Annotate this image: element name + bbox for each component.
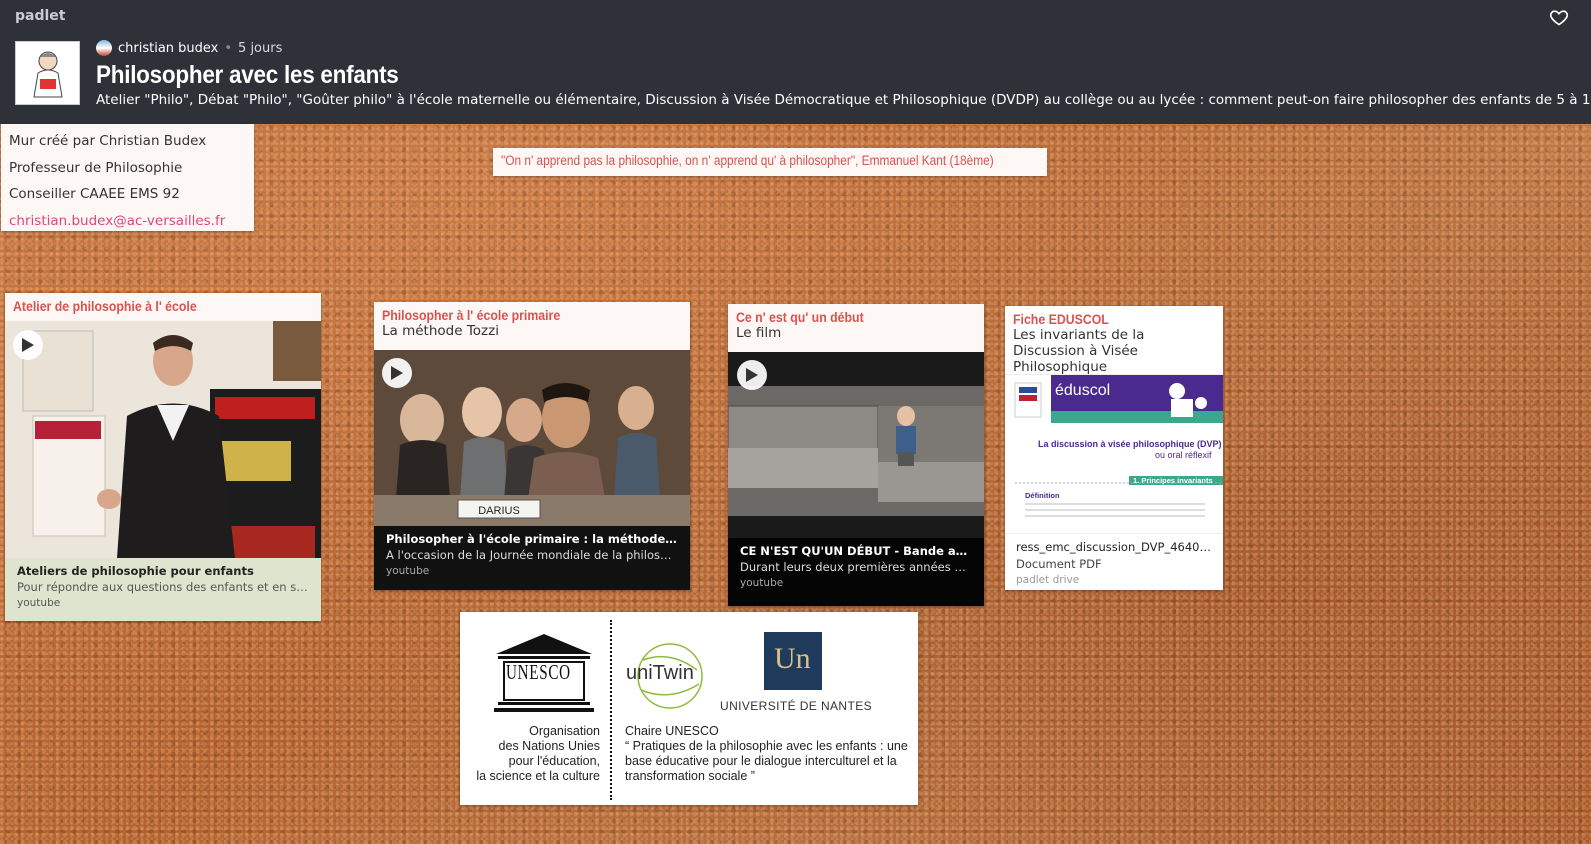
link-title: Philosopher à l'école primaire : la méth… xyxy=(386,532,678,546)
unesco-org-line: Organisation xyxy=(529,724,600,738)
doc-definition: Définition xyxy=(1025,491,1060,500)
info-line: Professeur de Philosophie xyxy=(9,159,183,176)
unesco-org-line: pour l'éducation, xyxy=(508,754,600,768)
link-title: Ateliers de philosophie pour enfants xyxy=(17,564,254,578)
wall-avatar xyxy=(15,41,80,105)
chaire-title: Chaire UNESCO xyxy=(625,724,719,738)
link-description: A l'occasion de la Journée mondiale de l… xyxy=(386,548,678,562)
info-line: Conseiller CAAEE EMS 92 xyxy=(9,186,180,202)
video-thumbnail[interactable] xyxy=(5,321,321,558)
post-subtitle: Le film xyxy=(736,325,782,341)
quote-card[interactable]: "On n' apprend pas la philosophie, on n'… xyxy=(493,148,1047,176)
author-avatar xyxy=(96,40,112,56)
doc-heading: La discussion à visée philosophique (DVP… xyxy=(1038,439,1222,449)
post-title: Ce n' est qu' un début xyxy=(736,309,864,325)
play-icon[interactable] xyxy=(13,330,43,360)
file-type: Document PDF xyxy=(1016,557,1102,571)
thumbnail-image xyxy=(5,321,321,558)
author-name[interactable]: christian budex xyxy=(118,41,218,56)
doc-section: 1. Principes invariants xyxy=(1133,476,1213,485)
document-preview[interactable]: éduscol La discussion à visée philosophi… xyxy=(1005,374,1223,534)
post-subtitle: Les invariants de la Discussion à Visée … xyxy=(1013,327,1145,375)
post-title: Fiche EDUSCOL xyxy=(1013,311,1109,327)
post-card[interactable]: Philosopher à l' école primaire La métho… xyxy=(374,302,690,590)
nantes-logo: Un xyxy=(764,632,822,690)
thumbnail-image: DARIUS xyxy=(374,350,690,526)
divider xyxy=(610,620,612,800)
link-preview[interactable]: CE N'EST QU'UN DÉBUT - Bande annonce Dur… xyxy=(728,538,984,606)
heart-icon[interactable] xyxy=(1549,7,1569,27)
play-icon[interactable] xyxy=(382,358,412,388)
unesco-org-line: la science et la culture xyxy=(476,769,600,783)
link-preview[interactable]: Philosopher à l'école primaire : la méth… xyxy=(374,526,690,590)
post-meta: christian budex • 5 jours xyxy=(96,40,282,56)
info-line: Mur créé par Christian Budex xyxy=(9,133,207,149)
nantes-name: UNIVERSITÉ DE NANTES xyxy=(720,699,873,713)
meta-separator: • xyxy=(224,40,233,56)
post-title: Philosopher à l' école primaire xyxy=(382,307,561,323)
wall-title: Philosopher avec les enfants xyxy=(96,61,399,89)
post-card[interactable]: Fiche EDUSCOL Les invariants de la Discu… xyxy=(1005,306,1223,590)
padlet-header: padlet christian budex • 5 jours Philoso… xyxy=(0,0,1591,124)
doc-brand: éduscol xyxy=(1055,382,1111,399)
file-name: ress_emc_discussion_DVP_464017 xyxy=(1016,540,1212,554)
link-description: Pour répondre aux questions des enfants … xyxy=(17,580,309,594)
link-source: youtube xyxy=(386,565,430,577)
link-preview[interactable]: Ateliers de philosophie pour enfants Pou… xyxy=(5,558,321,621)
svg-text:DARIUS: DARIUS xyxy=(478,505,520,517)
info-card[interactable]: Mur créé par Christian Budex Professeur … xyxy=(1,124,254,231)
nantes-mark: Un xyxy=(774,642,811,675)
post-card[interactable]: Ce n' est qu' un début Le film CE N'EST … xyxy=(728,304,984,606)
email-link[interactable]: christian.budex@ac-versailles.fr xyxy=(9,213,225,229)
chaire-text: “ Pratiques de la philosophie avec les e… xyxy=(625,739,908,783)
unesco-org-line: des Nations Unies xyxy=(498,739,600,753)
link-source: youtube xyxy=(740,577,784,589)
play-icon[interactable] xyxy=(737,360,767,390)
unesco-org: Organisation des Nations Unies pour l'éd… xyxy=(460,724,600,784)
link-title: CE N'EST QU'UN DÉBUT - Bande annonce xyxy=(740,544,972,558)
link-source: youtube xyxy=(17,597,61,609)
post-subtitle: La méthode Tozzi xyxy=(382,323,499,339)
padlet-logo[interactable]: padlet xyxy=(15,8,65,24)
thumbnail-image xyxy=(728,352,984,538)
unesco-word: UNESCO xyxy=(506,660,571,684)
video-thumbnail[interactable] xyxy=(728,352,984,538)
file-info[interactable]: ress_emc_discussion_DVP_464017 Document … xyxy=(1005,534,1223,592)
unesco-card[interactable]: UNESCO Organisation des Nations Unies po… xyxy=(460,612,918,805)
post-time: 5 jours xyxy=(238,40,283,56)
wall-description: Atelier "Philo", Débat "Philo", "Goûter … xyxy=(96,92,1591,108)
unitwin-word: uniTwin xyxy=(626,662,694,684)
doc-heading-2: ou oral réflexif xyxy=(1155,450,1212,460)
quote-text: "On n' apprend pas la philosophie, on n'… xyxy=(501,153,994,168)
file-source: padlet drive xyxy=(1016,574,1080,586)
link-description: Durant leurs deux premières années de m.… xyxy=(740,560,972,574)
post-title: Atelier de philosophie à l' école xyxy=(13,298,197,314)
post-card[interactable]: Atelier de philosophie à l' école Atelie… xyxy=(5,293,321,621)
video-thumbnail[interactable]: DARIUS xyxy=(374,350,690,526)
